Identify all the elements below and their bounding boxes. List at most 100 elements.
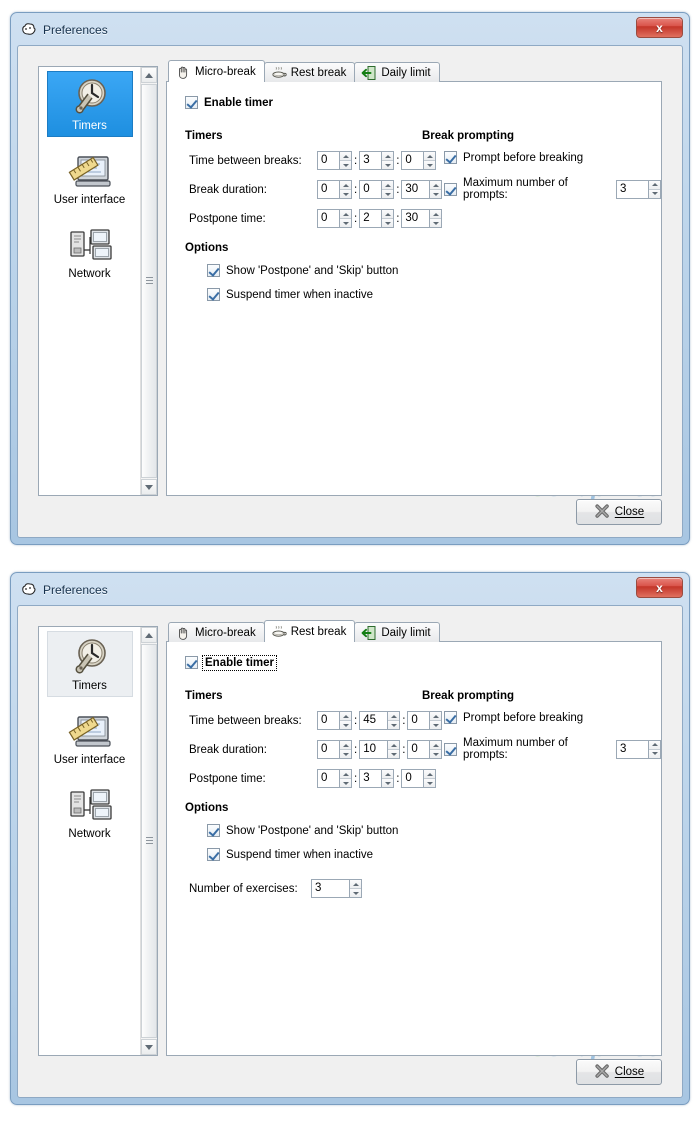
spin-1-s[interactable]: 0 <box>407 740 443 759</box>
number-of-exercises-value[interactable]: 3 <box>311 879 349 898</box>
spin-1-s[interactable]: 30 <box>401 180 443 199</box>
spin-2-m-up[interactable] <box>382 770 394 779</box>
spin-2-h-buttons[interactable] <box>339 209 352 228</box>
spin-0-m[interactable]: 45 <box>359 711 401 730</box>
spin-2-h-buttons[interactable] <box>339 769 352 788</box>
option-checkbox-row[interactable]: Suspend timer when inactive <box>207 848 373 861</box>
spin-0-h-down[interactable] <box>340 721 351 729</box>
maximum-prompts-buttons[interactable] <box>648 739 661 759</box>
checkbox[interactable] <box>207 288 220 301</box>
spin-1-s-buttons[interactable] <box>429 740 443 759</box>
spin-2-h-up[interactable] <box>340 770 351 779</box>
spin-0-m-down[interactable] <box>382 161 394 169</box>
number-of-exercises-spinner[interactable]: 3 <box>311 879 362 898</box>
checkbox[interactable] <box>207 264 220 277</box>
checkbox[interactable] <box>444 182 457 196</box>
spin-2-s-up[interactable] <box>430 210 442 219</box>
window-close-button[interactable]: x <box>636 17 683 38</box>
spin-2-m[interactable]: 2 <box>359 209 395 228</box>
sidebar-scrollbar[interactable] <box>140 627 157 1055</box>
maximum-prompts-spinner[interactable]: 3 <box>616 739 661 759</box>
scrollbar-thumb[interactable] <box>141 644 157 1038</box>
spin-2-s-down[interactable] <box>424 779 436 787</box>
maximum-prompts-up[interactable] <box>649 180 660 190</box>
spin-1-m-down[interactable] <box>388 750 400 758</box>
spin-0-h-buttons[interactable] <box>339 151 352 170</box>
spin-1-h-down[interactable] <box>340 190 351 198</box>
sidebar-item-timers[interactable]: Timers <box>46 71 133 137</box>
spin-2-h-down[interactable] <box>340 219 351 227</box>
spin-0-m-value[interactable]: 3 <box>359 151 382 170</box>
spin-1-s-value[interactable]: 0 <box>407 740 430 759</box>
spin-1-h-value[interactable]: 0 <box>317 180 339 199</box>
spin-0-h-up[interactable] <box>340 152 351 161</box>
prompt-before-breaking-row[interactable]: Prompt before breaking <box>444 151 583 164</box>
spin-0-h[interactable]: 0 <box>317 711 352 730</box>
checkbox[interactable] <box>444 742 457 756</box>
maximum-prompts-down[interactable] <box>649 189 660 198</box>
spin-2-s-buttons[interactable] <box>429 209 443 228</box>
spin-0-s-value[interactable]: 0 <box>407 711 430 730</box>
number-of-exercises-down[interactable] <box>350 889 361 897</box>
enable-timer-row[interactable]: Enable timer <box>185 654 278 671</box>
spin-1-m-value[interactable]: 10 <box>359 740 388 759</box>
spin-0-h-buttons[interactable] <box>339 711 352 730</box>
spin-2-h-down[interactable] <box>340 779 351 787</box>
spin-0-s-up[interactable] <box>424 152 436 161</box>
maximum-prompts-down[interactable] <box>649 749 660 758</box>
sidebar-item-timers[interactable]: Timers <box>46 631 133 697</box>
scroll-up-button[interactable] <box>141 627 157 643</box>
option-checkbox-row[interactable]: Show 'Postpone' and 'Skip' button <box>207 824 398 837</box>
spin-1-m-up[interactable] <box>388 741 400 750</box>
maximum-prompts-up[interactable] <box>649 740 660 750</box>
tab-daily-limit[interactable]: Daily limit <box>354 622 440 642</box>
spin-1-h-down[interactable] <box>340 750 351 758</box>
spin-0-m-value[interactable]: 45 <box>359 711 388 730</box>
spin-1-h-value[interactable]: 0 <box>317 740 339 759</box>
spin-0-s-buttons[interactable] <box>423 151 437 170</box>
spin-1-s-down[interactable] <box>430 190 442 198</box>
spin-2-m-buttons[interactable] <box>381 769 395 788</box>
spin-0-m-down[interactable] <box>388 721 400 729</box>
checkbox[interactable] <box>185 96 198 109</box>
spin-0-s[interactable]: 0 <box>401 151 437 170</box>
spin-1-h-buttons[interactable] <box>339 740 352 759</box>
maximum-prompts-buttons[interactable] <box>648 179 661 199</box>
scroll-down-button[interactable] <box>141 1039 157 1055</box>
spin-2-h-up[interactable] <box>340 210 351 219</box>
enable-timer-row[interactable]: Enable timer <box>185 96 273 109</box>
spin-1-s-value[interactable]: 30 <box>401 180 430 199</box>
checkbox[interactable] <box>444 711 457 724</box>
spin-1-h[interactable]: 0 <box>317 740 352 759</box>
spin-2-s-value[interactable]: 0 <box>401 769 424 788</box>
spin-0-h-up[interactable] <box>340 712 351 721</box>
spin-2-h[interactable]: 0 <box>317 769 352 788</box>
checkbox[interactable] <box>444 151 457 164</box>
spin-1-m-down[interactable] <box>382 190 394 198</box>
scrollbar-thumb[interactable] <box>141 84 157 478</box>
sidebar-item-network[interactable]: Network <box>47 219 133 285</box>
sidebar-scrollbar[interactable] <box>140 67 157 495</box>
option-checkbox-row[interactable]: Show 'Postpone' and 'Skip' button <box>207 264 398 277</box>
spin-0-s-down[interactable] <box>424 161 436 169</box>
close-button[interactable]: Close <box>576 499 662 525</box>
maximum-prompts-spinner[interactable]: 3 <box>616 179 661 199</box>
close-button[interactable]: Close <box>576 1059 662 1085</box>
spin-0-m-up[interactable] <box>382 152 394 161</box>
spin-2-s-up[interactable] <box>424 770 436 779</box>
spin-0-m-up[interactable] <box>388 712 400 721</box>
tab-micro-break[interactable]: Micro-break <box>168 60 265 82</box>
spin-2-h[interactable]: 0 <box>317 209 352 228</box>
spin-0-m-buttons[interactable] <box>387 711 401 730</box>
spin-2-h-value[interactable]: 0 <box>317 769 339 788</box>
spin-2-m-buttons[interactable] <box>381 209 395 228</box>
spin-0-s-value[interactable]: 0 <box>401 151 424 170</box>
spin-2-s[interactable]: 30 <box>401 209 443 228</box>
sidebar-item-user-interface[interactable]: User interface <box>47 145 133 211</box>
spin-1-m[interactable]: 0 <box>359 180 395 199</box>
spin-1-s-up[interactable] <box>430 181 442 190</box>
spin-0-s[interactable]: 0 <box>407 711 443 730</box>
spin-1-s-down[interactable] <box>430 750 442 758</box>
spin-1-m-up[interactable] <box>382 181 394 190</box>
spin-2-m-down[interactable] <box>382 219 394 227</box>
